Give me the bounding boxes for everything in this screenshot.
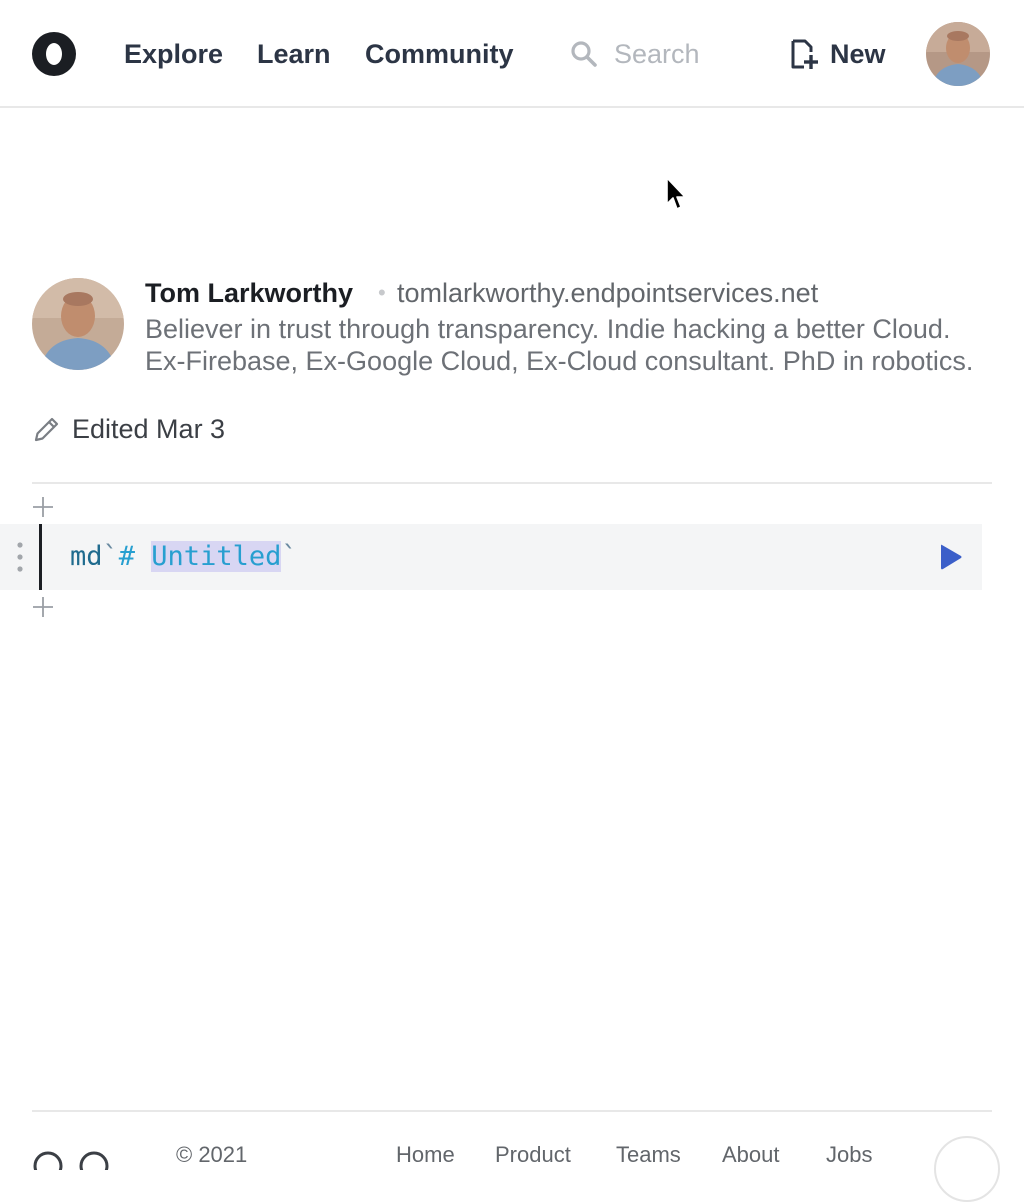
code-fn-token: md bbox=[70, 541, 103, 572]
notebook-cell[interactable]: md`# Untitled` bbox=[0, 524, 982, 590]
observable-logo-icon[interactable] bbox=[32, 32, 76, 76]
run-cell-icon[interactable] bbox=[938, 542, 964, 572]
author-name[interactable]: Tom Larkworthy bbox=[145, 278, 353, 308]
top-nav-bar: Explore Learn Community New bbox=[0, 0, 1024, 108]
code-tick-open: ` bbox=[102, 541, 119, 572]
author-avatar[interactable] bbox=[32, 278, 124, 370]
new-button-label: New bbox=[830, 39, 886, 69]
drag-handle-icon[interactable] bbox=[15, 540, 25, 574]
author-bio: Believer in trust through transparency. … bbox=[145, 314, 974, 376]
footer-link-teams[interactable]: Teams bbox=[616, 1140, 681, 1170]
footer-link-about[interactable]: About bbox=[722, 1140, 780, 1170]
active-cell-indicator bbox=[39, 524, 42, 590]
footer-circle-button[interactable] bbox=[934, 1136, 1000, 1202]
search-input[interactable] bbox=[614, 36, 764, 72]
code-selected-title: Untitled bbox=[151, 541, 282, 572]
user-avatar-photo bbox=[926, 22, 990, 86]
footer-link-product[interactable]: Product bbox=[495, 1140, 571, 1170]
user-avatar[interactable] bbox=[926, 22, 990, 86]
divider bbox=[32, 482, 992, 484]
footer-link-jobs[interactable]: Jobs bbox=[826, 1140, 872, 1170]
footer-logo-icon[interactable] bbox=[32, 1150, 112, 1170]
new-document-icon bbox=[791, 39, 818, 69]
code-tick-close: ` bbox=[281, 541, 298, 572]
code-heading-mark: # bbox=[118, 541, 152, 572]
separator-dot: • bbox=[378, 280, 386, 305]
new-notebook-button[interactable]: New bbox=[790, 36, 900, 72]
footer-link-home[interactable]: Home bbox=[396, 1140, 455, 1170]
search-box[interactable] bbox=[570, 36, 764, 72]
search-icon bbox=[571, 41, 597, 67]
footer-divider bbox=[32, 1110, 992, 1112]
nav-learn-link[interactable]: Learn bbox=[257, 37, 331, 71]
footer-copyright: © 2021 bbox=[176, 1142, 248, 1167]
add-cell-above-icon[interactable] bbox=[32, 496, 54, 518]
nav-explore-link[interactable]: Explore bbox=[124, 37, 223, 71]
author-website-link[interactable]: tomlarkworthy.endpointservices.net bbox=[397, 278, 818, 308]
pencil-icon bbox=[34, 417, 59, 442]
author-avatar-photo bbox=[32, 278, 124, 370]
add-cell-below-icon[interactable] bbox=[32, 596, 54, 618]
edited-date: Edited Mar 3 bbox=[72, 414, 226, 444]
cell-code-editor[interactable]: md`# Untitled` bbox=[70, 540, 298, 574]
mouse-cursor-icon bbox=[666, 177, 686, 210]
nav-community-link[interactable]: Community bbox=[365, 37, 514, 71]
